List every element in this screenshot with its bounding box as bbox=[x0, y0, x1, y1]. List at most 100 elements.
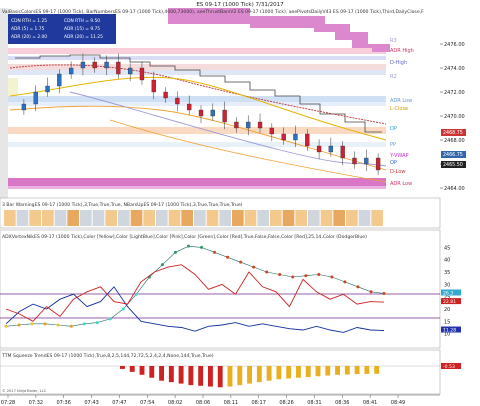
warning-bar bbox=[16, 210, 29, 226]
time-tick-label: 07:32 bbox=[29, 400, 43, 406]
warning-bar bbox=[168, 210, 181, 226]
level-label: PP bbox=[390, 142, 396, 148]
warning-bar bbox=[54, 210, 67, 226]
warning-bar bbox=[206, 210, 219, 226]
price-tick-label: 2468.00 bbox=[444, 138, 465, 144]
panel1-header: ValBasicColorsES 09-17 (1000 Tick), BarN… bbox=[2, 9, 424, 15]
squeeze-bar bbox=[149, 366, 155, 378]
adx-point bbox=[356, 285, 360, 289]
level-label: D-High bbox=[390, 60, 407, 66]
warning-bar bbox=[92, 210, 105, 226]
squeeze-bar bbox=[198, 366, 204, 386]
chart-window: 2476.00 2474.00 2472.00 2470.00 2468.00 2466.… bbox=[0, 0, 480, 406]
candle-body bbox=[352, 157, 357, 165]
candle-body bbox=[305, 133, 310, 147]
adx-point bbox=[108, 317, 112, 321]
candle-body bbox=[210, 109, 215, 117]
adx-tag: 22.81 bbox=[443, 299, 456, 305]
squeeze-bar bbox=[296, 366, 301, 378]
squeeze-bar bbox=[217, 366, 223, 388]
adx-point bbox=[69, 324, 73, 328]
adx-point bbox=[186, 244, 190, 248]
squeeze-bar bbox=[374, 366, 380, 374]
candle-body bbox=[269, 127, 274, 135]
info-right: ADR (15) = 9.75 bbox=[64, 26, 100, 32]
adx-point bbox=[317, 273, 321, 277]
warning-bar bbox=[118, 210, 130, 226]
price-tick-label: 2472.00 bbox=[444, 90, 465, 96]
adx-point bbox=[17, 323, 21, 327]
squeeze-bar bbox=[237, 366, 243, 386]
price-tick-label: 2464.00 bbox=[444, 186, 465, 192]
info-left: ADR (5) = 1.75 bbox=[11, 26, 45, 32]
adx-point bbox=[239, 260, 243, 264]
time-tick-label: 08:11 bbox=[224, 400, 238, 406]
adx-tick-label: 30 bbox=[444, 282, 450, 288]
squeeze-bar bbox=[120, 366, 125, 369]
squeeze-bar bbox=[159, 366, 164, 381]
adx-tick-label: 15 bbox=[444, 319, 450, 325]
price-tick-label: 2470.00 bbox=[444, 114, 465, 120]
squeeze-bar bbox=[188, 366, 194, 386]
time-tick-label: 08:31 bbox=[307, 400, 321, 406]
level-label: OP bbox=[390, 160, 397, 166]
chart-canvas: 2476.00 2474.00 2472.00 2470.00 2468.00 2466.… bbox=[0, 0, 480, 406]
info-box: CDN RTH = 1.25 CDN RTH = 9.50 ADR (5) = 1.… bbox=[8, 14, 116, 44]
candle-body bbox=[316, 145, 322, 153]
warning-bar bbox=[358, 210, 371, 226]
warning-bar bbox=[308, 210, 320, 226]
panel4-header: TTM Squeeze TrendES 09-17 (1000 Tick),Tr… bbox=[1, 353, 214, 359]
squeeze-bar bbox=[354, 366, 360, 375]
info-left: ADR (20) = 2.00 bbox=[11, 34, 47, 40]
candle-body bbox=[104, 61, 109, 69]
squeeze-bar bbox=[286, 366, 292, 379]
warning-bar bbox=[67, 210, 79, 226]
warning-bar bbox=[282, 210, 295, 226]
adx-tag: 26.3 bbox=[443, 290, 453, 296]
bar-warning-panel: 3 Bar WarningES 09-17 (1000 Tick),3,True… bbox=[0, 197, 441, 229]
warning-bar bbox=[181, 210, 193, 226]
panel2-header: 3 Bar WarningES 09-17 (1000 Tick),3,True… bbox=[2, 202, 243, 208]
adx-tick-label: 40 bbox=[444, 258, 450, 264]
level-label: ADR Low bbox=[390, 181, 412, 187]
squeeze-bar bbox=[178, 366, 184, 384]
candle-body bbox=[328, 145, 334, 153]
time-tick-label: 07:36 bbox=[57, 400, 71, 406]
level-label: D-Low bbox=[390, 169, 406, 175]
candle-body bbox=[198, 109, 204, 117]
warning-bar bbox=[371, 210, 383, 226]
candle-body bbox=[139, 67, 145, 81]
adx-point bbox=[265, 270, 269, 274]
candle-body bbox=[375, 157, 381, 171]
squeeze-panel: -0.53 TTM Squeeze TrendES 09-17 (1000 Ti… bbox=[0, 349, 461, 395]
candle-body bbox=[364, 157, 369, 165]
copyright-text: © 2017 NinjaTrader, LLC bbox=[2, 389, 47, 393]
time-tick-label: 08:49 bbox=[391, 400, 405, 406]
candle-body bbox=[293, 133, 298, 141]
adx-point bbox=[382, 291, 386, 295]
candle-body bbox=[281, 133, 286, 141]
squeeze-bar bbox=[139, 366, 145, 375]
warning-bar bbox=[156, 210, 168, 226]
time-tick-label: 08:02 bbox=[168, 400, 182, 406]
level-label: L-Close bbox=[390, 106, 408, 112]
level-label: R3 bbox=[390, 38, 397, 44]
time-tick-label: 08:17 bbox=[252, 400, 266, 406]
price-tag: 2468.75 bbox=[443, 130, 463, 136]
candle-body bbox=[45, 85, 50, 93]
squeeze-bar bbox=[315, 366, 321, 377]
level-label: DP bbox=[390, 126, 397, 132]
squeeze-bar bbox=[325, 366, 331, 376]
candle-body bbox=[187, 103, 192, 111]
adx-point bbox=[173, 250, 177, 254]
warning-bar bbox=[143, 210, 155, 226]
adx-panel: 4540353025201510 26.322.8111.28 ADXVorte… bbox=[0, 229, 461, 349]
candle-body bbox=[57, 73, 62, 87]
time-axis: 07:28 07:32 07:36 07:43 07:47 07:54 08:02 08:06… bbox=[0, 394, 440, 406]
candle-body bbox=[246, 121, 251, 129]
candle-body bbox=[151, 79, 156, 93]
time-tick-label: 08:41 bbox=[363, 400, 377, 406]
adx-point bbox=[200, 245, 204, 249]
candle-body bbox=[257, 121, 263, 129]
adx-point bbox=[291, 275, 295, 279]
